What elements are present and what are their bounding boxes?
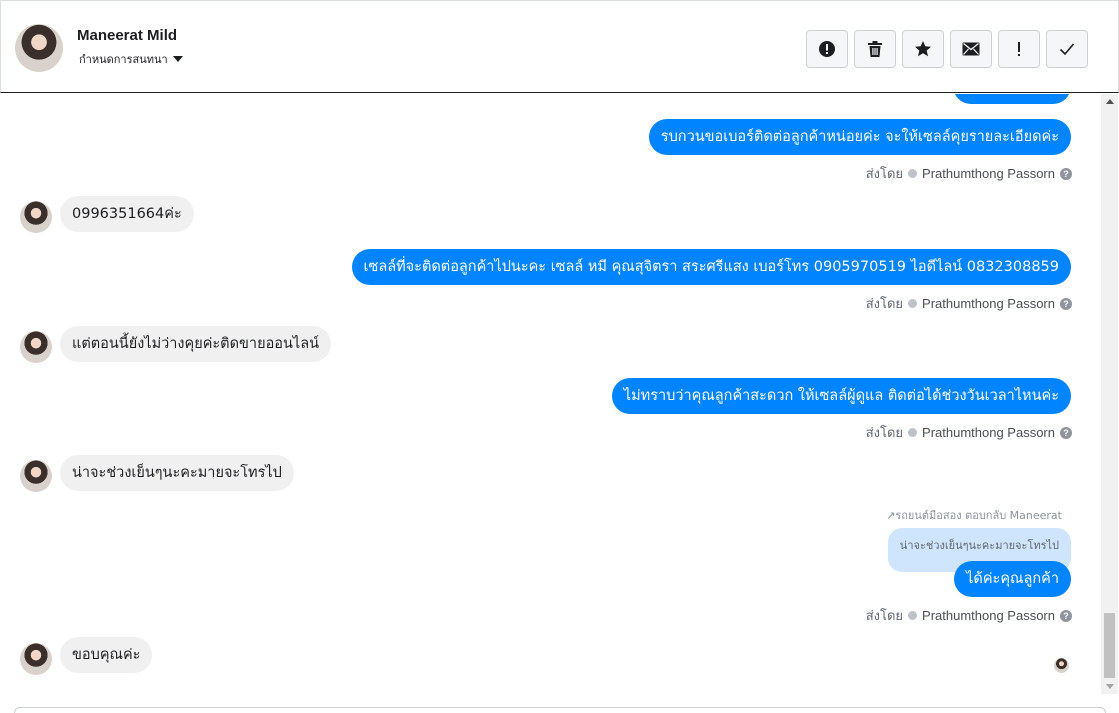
conversation-header: Maneerat Mild กำหนดการสนทนา — [0, 0, 1119, 93]
message-bubble-incoming[interactable]: 0996351664ค่ะ — [60, 196, 194, 232]
message-bubble-incoming[interactable]: ขอบคุณค่ะ — [60, 637, 153, 673]
help-icon[interactable]: ? — [1060, 609, 1072, 622]
mark-done-button[interactable] — [1046, 30, 1088, 68]
envelope-icon — [962, 42, 980, 56]
sent-by-label: ส่งโดย — [865, 425, 904, 440]
message-bubble-outgoing[interactable]: เซลล์ที่จะติดต่อลูกค้าไปนะคะ เซลล์ หมี ค… — [351, 249, 1071, 285]
page-badge-icon — [908, 169, 918, 178]
page-badge-icon — [908, 428, 918, 437]
message-bubble-outgoing[interactable]: ได้ค่ะคุณลูกค้า — [954, 561, 1071, 597]
sent-by-row: ส่งโดย Prathumthong Passorn ? — [866, 293, 1072, 314]
contact-avatar-small[interactable] — [20, 331, 52, 363]
page-badge-icon — [908, 611, 918, 620]
message-thread: รบกวนขอเบอร์ติดต่อลูกค้าหน่อยค่ะ จะให้เซ… — [0, 94, 1100, 706]
delete-button[interactable] — [854, 30, 896, 68]
mark-unread-button[interactable] — [950, 30, 992, 68]
sent-by-label: ส่งโดย — [865, 608, 904, 623]
message-bubble-outgoing-partial[interactable] — [953, 94, 1071, 104]
sender-name[interactable]: Prathumthong Passorn — [922, 608, 1055, 623]
sender-name[interactable]: Prathumthong Passorn — [922, 166, 1055, 181]
sent-by-row: ส่งโดย Prathumthong Passorn ? — [866, 163, 1072, 184]
checkmark-icon — [1059, 43, 1075, 56]
star-button[interactable] — [902, 30, 944, 68]
follow-up-button[interactable] — [998, 30, 1040, 68]
message-bubble-incoming[interactable]: แต่ตอนนี้ยังไม่ว่างคุยค่ะติดขายออนไลน์ — [60, 326, 331, 362]
help-icon[interactable]: ? — [1060, 167, 1072, 180]
scroll-down-arrow-icon[interactable] — [1106, 684, 1114, 689]
sent-by-row: ส่งโดย Prathumthong Passorn ? — [866, 605, 1072, 626]
contact-avatar[interactable] — [15, 24, 63, 72]
seen-indicator-avatar — [1054, 658, 1069, 673]
alert-circle-icon — [819, 41, 835, 57]
sent-by-row: ส่งโดย Prathumthong Passorn ? — [866, 422, 1072, 443]
sent-by-label: ส่งโดย — [865, 166, 904, 181]
contact-name[interactable]: Maneerat Mild — [77, 27, 177, 44]
exclamation-icon — [1018, 42, 1020, 56]
contact-avatar-small[interactable] — [20, 460, 52, 492]
trash-icon — [868, 41, 882, 57]
reply-context-label: ↗รถยนต์มือสอง ตอบกลับ Maneerat — [886, 509, 1062, 522]
contact-avatar-small[interactable] — [20, 201, 52, 233]
star-icon — [915, 41, 931, 57]
message-composer[interactable] — [14, 707, 1106, 713]
spam-button[interactable] — [806, 30, 848, 68]
assign-conversation-dropdown[interactable]: กำหนดการสนทนา — [79, 50, 183, 68]
help-icon[interactable]: ? — [1060, 426, 1072, 439]
conversation-toolbar — [806, 30, 1088, 68]
scrollbar-thumb[interactable] — [1104, 613, 1115, 678]
assign-conversation-label: กำหนดการสนทนา — [79, 53, 168, 66]
thread-scrollbar[interactable] — [1101, 94, 1118, 694]
message-bubble-outgoing[interactable]: ไม่ทราบว่าคุณลูกค้าสะดวก ให้เซลล์ผู้ดูแล… — [611, 378, 1071, 414]
sender-name[interactable]: Prathumthong Passorn — [922, 296, 1055, 311]
sender-name[interactable]: Prathumthong Passorn — [922, 425, 1055, 440]
sent-by-label: ส่งโดย — [865, 296, 904, 311]
scroll-up-arrow-icon[interactable] — [1106, 99, 1114, 104]
caret-down-icon — [172, 56, 183, 62]
page-badge-icon — [908, 299, 918, 308]
message-bubble-incoming[interactable]: น่าจะช่วงเย็นๆนะคะมายจะโทรไป — [60, 455, 294, 491]
message-bubble-outgoing[interactable]: รบกวนขอเบอร์ติดต่อลูกค้าหน่อยค่ะ จะให้เซ… — [648, 119, 1071, 155]
contact-avatar-small[interactable] — [20, 643, 52, 675]
help-icon[interactable]: ? — [1060, 297, 1072, 310]
